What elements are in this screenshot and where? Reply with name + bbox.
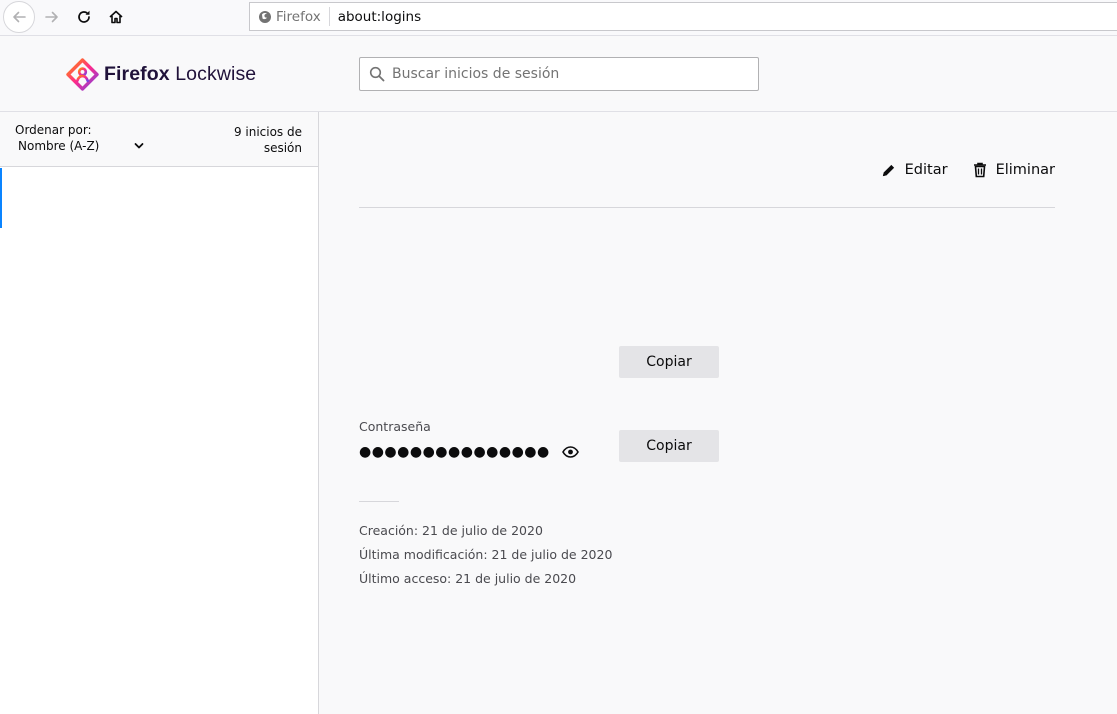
lockwise-header: Firefox Lockwise [0,37,1117,112]
home-icon [109,10,123,24]
identity-label: Firefox [276,8,321,25]
home-button[interactable] [101,3,131,31]
search-icon [369,66,385,82]
forward-button[interactable] [37,3,67,31]
sort-value: Nombre (A-Z) [18,139,100,153]
reload-button[interactable] [69,3,99,31]
login-list-sidebar: Ordenar por: Nombre (A-Z) 9 inicios de s… [0,112,319,714]
delete-label: Eliminar [995,162,1055,178]
reveal-password-toggle[interactable] [561,446,579,458]
sort-select[interactable]: Nombre (A-Z) [18,139,148,153]
forward-arrow-icon [45,11,58,23]
eye-icon [561,446,579,458]
modified-date: Última modificación: 21 de julio de 2020 [359,547,613,562]
sort-label: Ordenar por: [15,123,92,137]
back-button[interactable] [3,1,35,33]
edit-button[interactable]: Editar [881,162,948,178]
delete-button[interactable]: Eliminar [973,162,1055,178]
password-field: ●●●●●●●●●●●●●●● [359,442,579,462]
back-arrow-icon [13,11,26,23]
trash-icon [973,162,986,178]
search-input[interactable] [392,66,732,82]
meta-divider [359,501,399,502]
sort-bar: Ordenar por: Nombre (A-Z) 9 inicios de s… [0,112,318,167]
url-text[interactable]: about:logins [330,9,421,25]
detail-actions: Editar Eliminar [856,162,1055,178]
url-bar[interactable]: Firefox about:logins [249,2,1117,31]
browser-toolbar: Firefox about:logins [0,0,1117,36]
copy-username-button[interactable]: Copiar [619,346,719,378]
search-box[interactable] [359,57,759,91]
chevron-down-icon [134,143,144,149]
last-used-date: Último acceso: 21 de julio de 2020 [359,571,577,586]
lockwise-logo-icon [66,57,99,91]
identity-box[interactable]: Firefox [250,7,330,26]
password-label: Contraseña [359,419,431,434]
list-item[interactable] [0,168,318,228]
copy-password-button[interactable]: Copiar [619,430,719,462]
pencil-icon [882,164,894,176]
reload-icon [78,10,90,23]
login-count: 9 inicios de sesión [233,125,302,155]
detail-divider [359,207,1055,208]
brand-name: Firefox Lockwise [104,62,257,85]
password-masked: ●●●●●●●●●●●●●●● [359,444,550,460]
brand: Firefox Lockwise [66,57,256,91]
login-detail: Editar Eliminar Copiar Contraseña ●●●●●●… [320,112,1117,714]
edit-label: Editar [904,162,948,178]
firefox-identity-icon [259,10,271,23]
created-date: Creación: 21 de julio de 2020 [359,523,543,538]
